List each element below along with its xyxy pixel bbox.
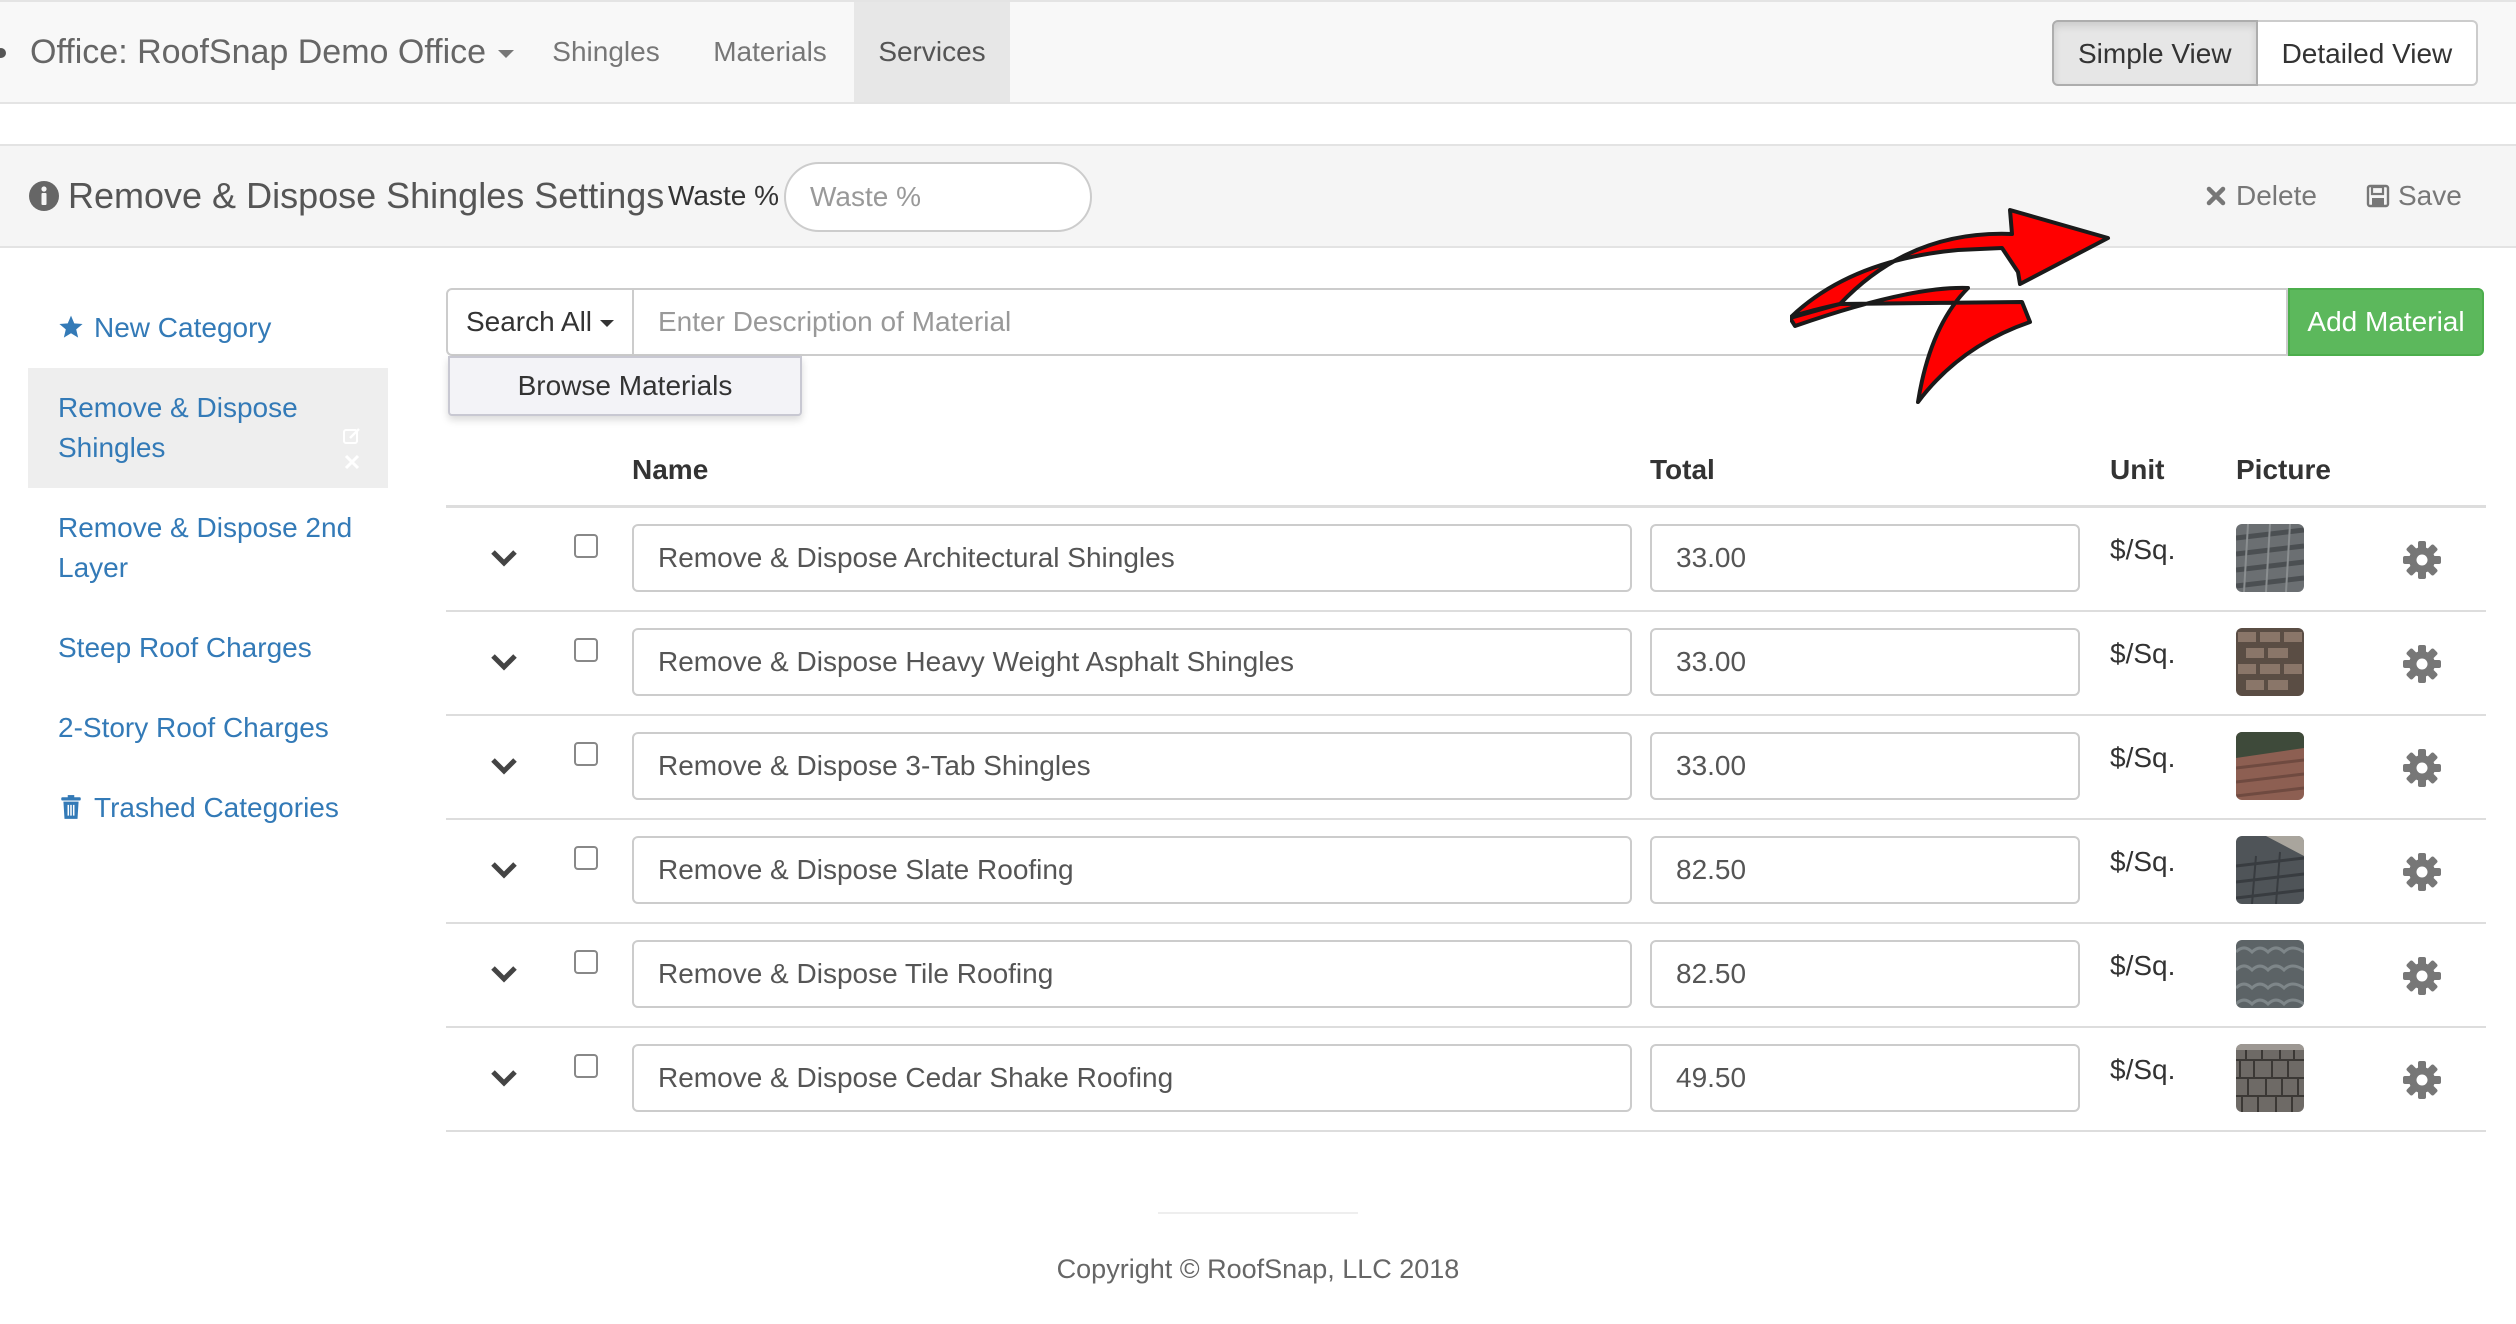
row-checkbox[interactable] (574, 1054, 598, 1078)
star-icon (59, 315, 83, 338)
3-tab-shingles-thumb[interactable] (2236, 732, 2304, 800)
row-checkbox[interactable] (574, 638, 598, 662)
red-annotation-arrow-icon (1790, 208, 2110, 404)
chevron-down-icon[interactable] (490, 544, 518, 572)
row-checkbox[interactable] (574, 742, 598, 766)
save-label: Save (2398, 180, 2462, 211)
search-scope-dropdown[interactable]: Search All (446, 288, 634, 356)
row-checkbox[interactable] (574, 846, 598, 870)
search-scope-label: Search All (465, 306, 593, 337)
save-button[interactable]: Save (2366, 176, 2462, 216)
gear-icon[interactable] (2402, 748, 2442, 788)
row-checkbox[interactable] (574, 534, 598, 558)
office-label: Office: RoofSnap Demo Office (30, 33, 487, 71)
material-total-input[interactable] (1650, 732, 2080, 800)
chevron-down-icon[interactable] (490, 1064, 518, 1092)
browse-materials-menu-item[interactable]: Browse Materials (448, 356, 802, 416)
column-header-name: Name (632, 454, 709, 485)
tab-services[interactable]: Services (854, 2, 1010, 102)
sidebar-item-label: Remove & Dispose Shingles (58, 392, 298, 463)
column-header-total: Total (1650, 454, 1715, 485)
trashed-categories-link[interactable]: Trashed Categories (28, 768, 388, 848)
material-total-input[interactable] (1650, 524, 2080, 592)
material-name-input[interactable] (632, 524, 1632, 592)
sidebar-item-steep-roof-charges[interactable]: Steep Roof Charges (28, 608, 388, 688)
unit-label: $/Sq. (2110, 742, 2176, 773)
material-name-input[interactable] (632, 1044, 1632, 1112)
gear-icon[interactable] (2402, 540, 2442, 580)
gear-icon[interactable] (2402, 956, 2442, 996)
table-row: $/Sq. (446, 1028, 2486, 1132)
material-search-group: Search All Add Material (446, 288, 2484, 356)
table-row: $/Sq. (446, 924, 2486, 1028)
footer-divider (1158, 1212, 1358, 1214)
sidebar-item-2-story-roof-charges[interactable]: 2-Story Roof Charges (28, 688, 388, 768)
chevron-down-icon[interactable] (490, 856, 518, 884)
tab-materials[interactable]: Materials (688, 2, 852, 102)
settings-title: Remove & Dispose Shingles Settings (68, 175, 665, 216)
gear-icon[interactable] (2402, 852, 2442, 892)
material-total-input[interactable] (1650, 940, 2080, 1008)
unit-label: $/Sq. (2110, 846, 2176, 877)
materials-table: Name Total Unit Picture $/Sq. (446, 448, 2486, 1132)
slate-roofing-thumb[interactable] (2236, 836, 2304, 904)
material-name-input[interactable] (632, 836, 1632, 904)
remove-icon[interactable] (342, 452, 362, 472)
material-total-input[interactable] (1650, 1044, 2080, 1112)
delete-button[interactable]: Delete (2204, 176, 2317, 216)
delete-label: Delete (2236, 180, 2317, 211)
close-icon (2206, 186, 2226, 206)
cedar-shake-thumb[interactable] (2236, 1044, 2304, 1112)
table-row: $/Sq. (446, 716, 2486, 820)
caret-down-icon (600, 320, 615, 328)
trashed-categories-label: Trashed Categories (94, 792, 339, 823)
chevron-down-icon[interactable] (490, 648, 518, 676)
chevron-down-icon[interactable] (490, 752, 518, 780)
waste-input[interactable] (784, 162, 1092, 232)
row-checkbox[interactable] (574, 950, 598, 974)
table-row: $/Sq. (446, 508, 2486, 612)
table-header: Name Total Unit Picture (446, 448, 2486, 508)
material-name-input[interactable] (632, 732, 1632, 800)
unit-label: $/Sq. (2110, 1054, 2176, 1085)
unit-label: $/Sq. (2110, 950, 2176, 981)
new-category-link[interactable]: New Category (28, 288, 388, 368)
gear-icon[interactable] (2402, 644, 2442, 684)
material-total-input[interactable] (1650, 836, 2080, 904)
chevron-down-icon[interactable] (490, 960, 518, 988)
material-name-input[interactable] (632, 628, 1632, 696)
sidebar-item-remove-dispose-2nd-layer[interactable]: Remove & Dispose 2nd Layer (28, 488, 388, 608)
add-material-button[interactable]: Add Material (2288, 288, 2484, 356)
table-row: $/Sq. (446, 612, 2486, 716)
gear-icon[interactable] (2402, 1060, 2442, 1100)
unit-label: $/Sq. (2110, 638, 2176, 669)
floppy-disk-icon (2366, 184, 2390, 208)
caret-down-icon (498, 50, 515, 59)
simple-view-button[interactable]: Simple View (2052, 20, 2258, 86)
page: Office: RoofSnap Demo Office Shingles Ma… (0, 0, 2516, 1324)
view-toggle: Simple View Detailed View (2052, 20, 2479, 86)
edit-icon[interactable] (342, 426, 362, 446)
material-name-input[interactable] (632, 940, 1632, 1008)
column-header-unit: Unit (2110, 454, 2165, 485)
material-total-input[interactable] (1650, 628, 2080, 696)
trash-icon (61, 795, 81, 819)
top-navbar: Office: RoofSnap Demo Office Shingles Ma… (0, 0, 2516, 104)
column-header-picture: Picture (2236, 454, 2331, 485)
unit-label: $/Sq. (2110, 534, 2176, 565)
info-icon (29, 181, 59, 211)
tab-shingles[interactable]: Shingles (528, 2, 684, 102)
waste-label: Waste % (668, 180, 779, 211)
table-row: $/Sq. (446, 820, 2486, 924)
tile-roofing-thumb[interactable] (2236, 940, 2304, 1008)
nav-edge-dot (0, 48, 6, 58)
sidebar-item-remove-dispose-shingles[interactable]: Remove & Dispose Shingles (28, 368, 388, 488)
new-category-label: New Category (94, 312, 272, 343)
copyright-text: Copyright © RoofSnap, LLC 2018 (1056, 1254, 1460, 1284)
office-dropdown[interactable]: Office: RoofSnap Demo Office (30, 2, 515, 102)
category-sidebar: New Category Remove & Dispose Shingles R… (28, 288, 388, 848)
asphalt-shingles-thumb[interactable] (2236, 628, 2304, 696)
detailed-view-button[interactable]: Detailed View (2257, 20, 2479, 86)
architectural-shingles-thumb[interactable] (2236, 524, 2304, 592)
